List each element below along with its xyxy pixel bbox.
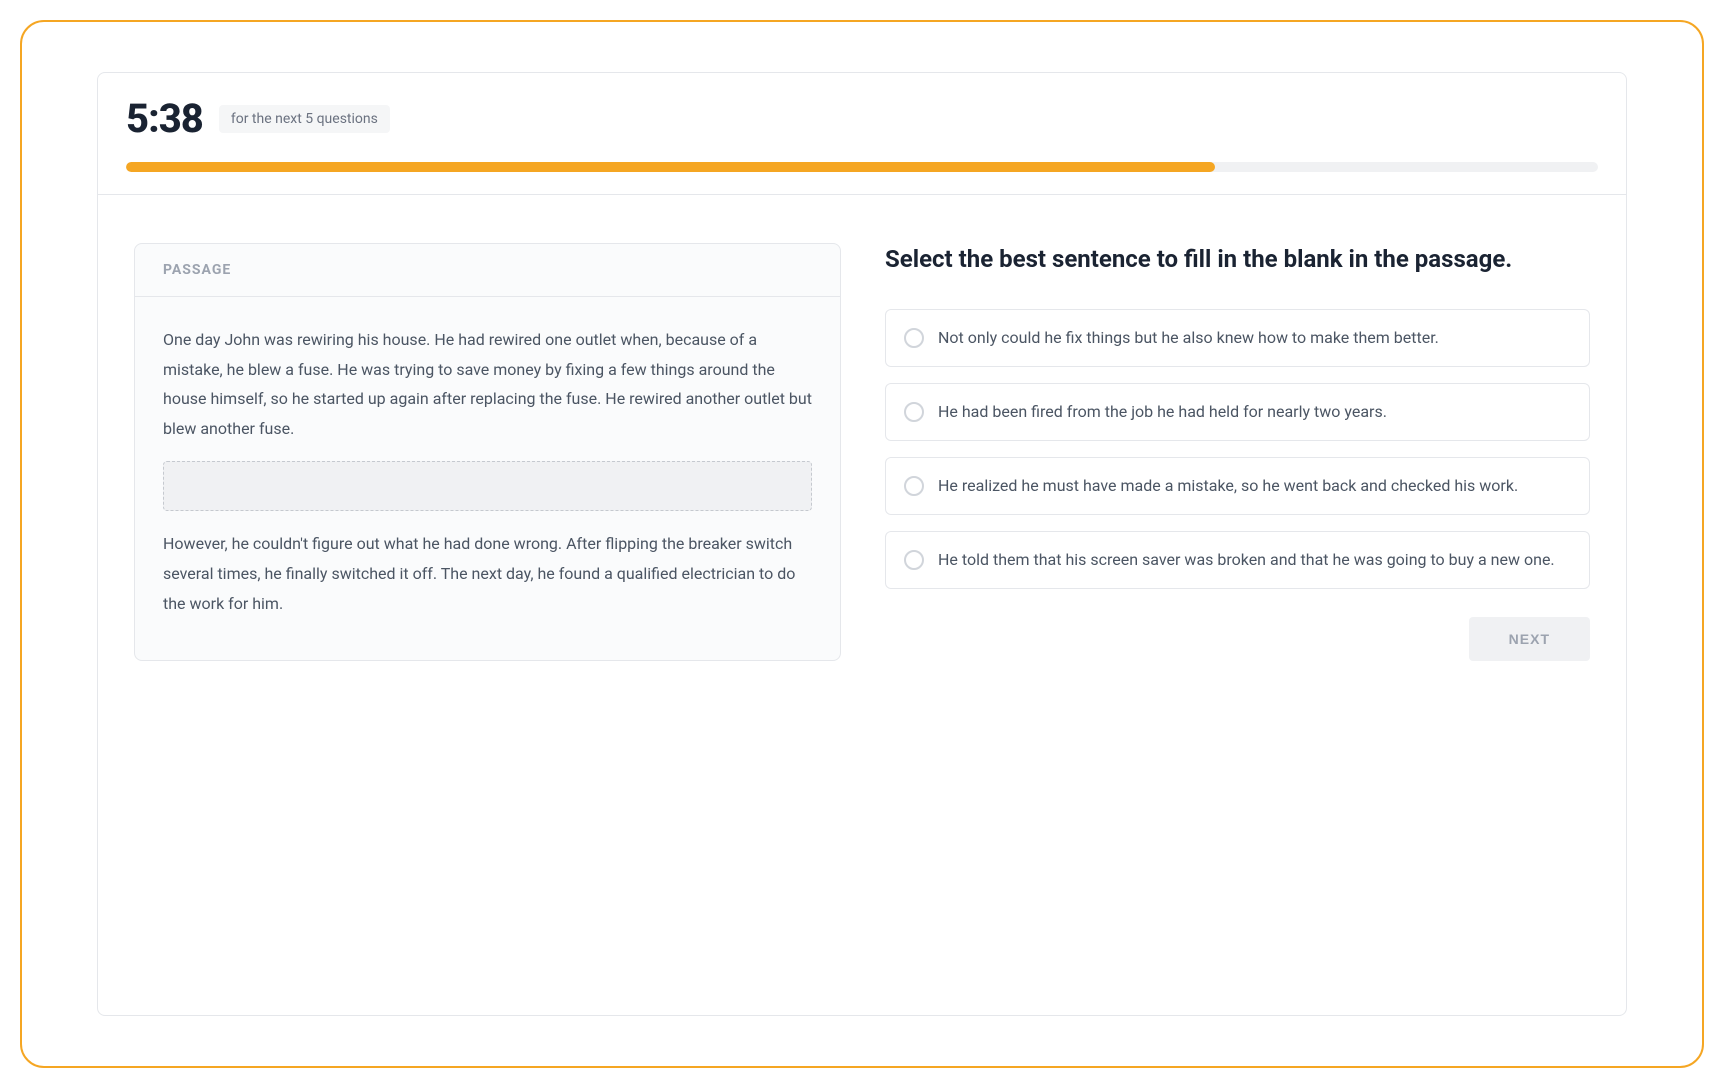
next-button[interactable]: NEXT bbox=[1469, 617, 1590, 661]
timer-label: for the next 5 questions bbox=[219, 105, 390, 133]
option-text: He realized he must have made a mistake,… bbox=[938, 474, 1518, 498]
answer-option-3[interactable]: He realized he must have made a mistake,… bbox=[885, 457, 1590, 515]
radio-icon bbox=[904, 476, 924, 496]
answer-option-1[interactable]: Not only could he fix things but he also… bbox=[885, 309, 1590, 367]
card-header: 5:38 for the next 5 questions bbox=[98, 73, 1626, 162]
passage-header: PASSAGE bbox=[135, 244, 840, 297]
question-title: Select the best sentence to fill in the … bbox=[885, 243, 1590, 277]
passage-blank bbox=[163, 461, 812, 511]
option-text: Not only could he fix things but he also… bbox=[938, 326, 1439, 350]
passage-paragraph-1: One day John was rewiring his house. He … bbox=[163, 325, 812, 443]
quiz-card: 5:38 for the next 5 questions PASSAGE On… bbox=[97, 72, 1627, 1016]
outer-frame: 5:38 for the next 5 questions PASSAGE On… bbox=[20, 20, 1704, 1068]
progress-fill bbox=[126, 162, 1215, 172]
question-panel: Select the best sentence to fill in the … bbox=[885, 243, 1590, 661]
passage-body: One day John was rewiring his house. He … bbox=[135, 297, 840, 646]
progress-bar bbox=[126, 162, 1598, 172]
actions-row: NEXT bbox=[885, 617, 1590, 661]
option-text: He told them that his screen saver was b… bbox=[938, 548, 1555, 572]
timer-value: 5:38 bbox=[126, 95, 203, 142]
passage-paragraph-2: However, he couldn't figure out what he … bbox=[163, 529, 812, 618]
radio-icon bbox=[904, 402, 924, 422]
answer-option-2[interactable]: He had been fired from the job he had he… bbox=[885, 383, 1590, 441]
passage-panel: PASSAGE One day John was rewiring his ho… bbox=[134, 243, 841, 661]
option-text: He had been fired from the job he had he… bbox=[938, 400, 1387, 424]
radio-icon bbox=[904, 328, 924, 348]
content-area: PASSAGE One day John was rewiring his ho… bbox=[98, 195, 1626, 709]
progress-container bbox=[98, 162, 1626, 172]
radio-icon bbox=[904, 550, 924, 570]
answer-option-4[interactable]: He told them that his screen saver was b… bbox=[885, 531, 1590, 589]
